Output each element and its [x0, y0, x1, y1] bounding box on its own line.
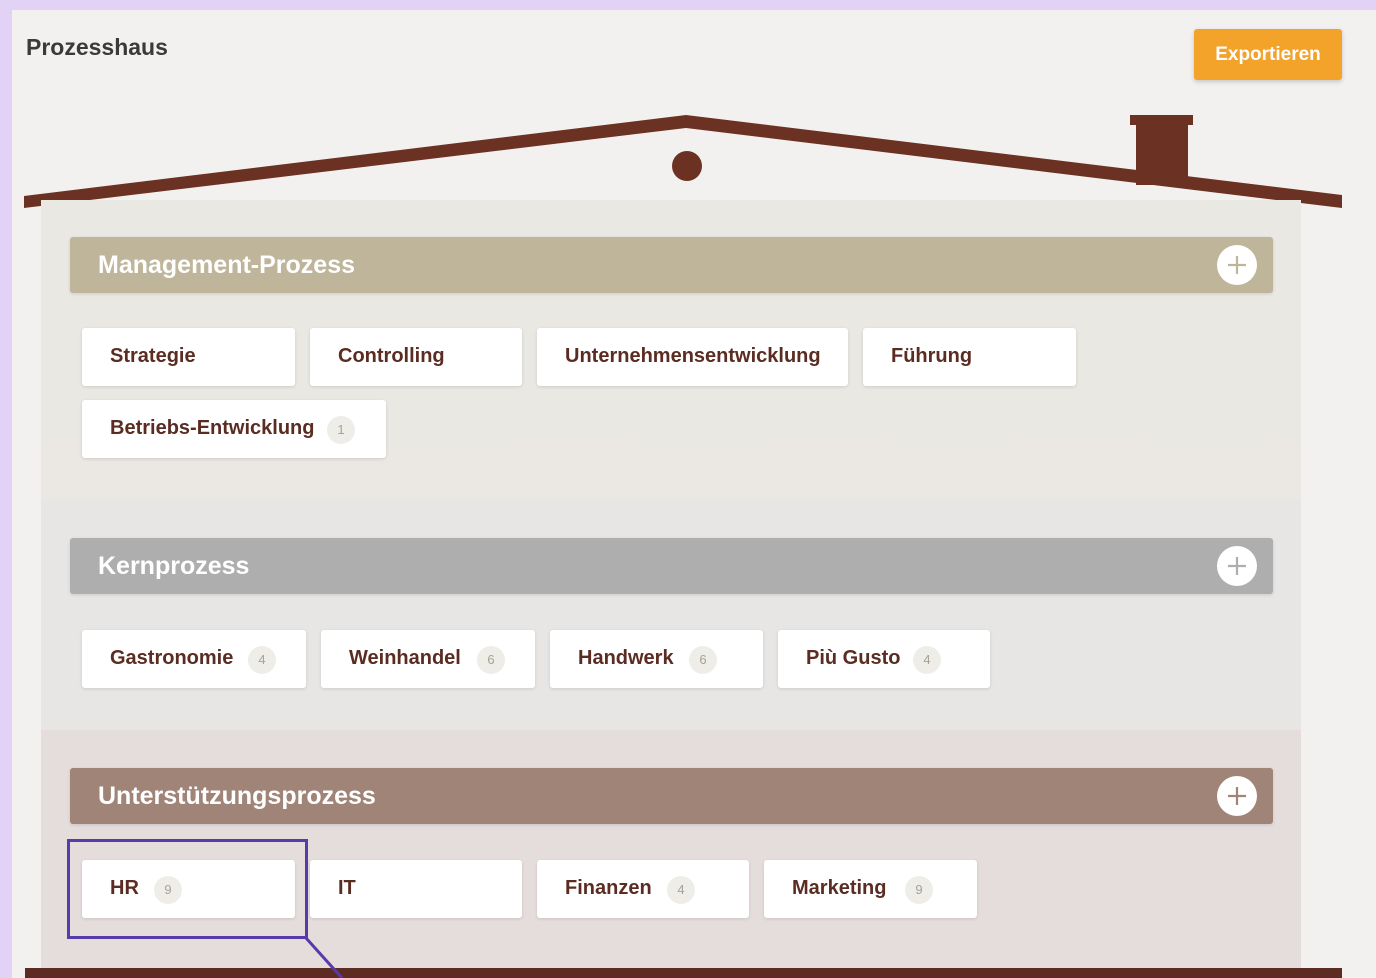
chip-label: Marketing	[792, 877, 887, 899]
chip-label: IT	[338, 877, 356, 899]
process-chip-it[interactable]: IT	[310, 860, 522, 918]
kern-process-header: Kernprozess	[70, 538, 1273, 594]
chip-label: Weinhandel	[349, 647, 461, 669]
item-count-badge: 6	[689, 646, 717, 674]
add-management-process-button[interactable]	[1217, 245, 1257, 285]
process-chip-finanzen[interactable]: Finanzen 4	[537, 860, 749, 918]
chip-label: HR	[110, 877, 139, 899]
chip-label: Gastronomie	[110, 647, 234, 669]
process-chip-controlling[interactable]: Controlling	[310, 328, 522, 386]
management-process-header: Management-Prozess	[70, 237, 1273, 293]
item-count-badge: 9	[905, 876, 933, 904]
process-chip-marketing[interactable]: Marketing 9	[764, 860, 977, 918]
process-chip-fuehrung[interactable]: Führung	[863, 328, 1076, 386]
chip-label: Più Gusto	[806, 647, 901, 669]
item-count-badge: 4	[248, 646, 276, 674]
plus-icon	[1228, 787, 1246, 805]
house-body: Management-Prozess Strategie Controlling…	[41, 200, 1301, 968]
item-count-badge: 4	[913, 646, 941, 674]
export-button[interactable]: Exportieren	[1194, 29, 1342, 80]
process-chip-piu-gusto[interactable]: Più Gusto 4	[778, 630, 990, 688]
plus-icon	[1228, 557, 1246, 575]
house-floor	[25, 968, 1342, 978]
process-chip-weinhandel[interactable]: Weinhandel 6	[321, 630, 535, 688]
support-zone	[41, 730, 1301, 968]
process-chip-strategie[interactable]: Strategie	[82, 328, 295, 386]
chip-label: Finanzen	[565, 877, 652, 899]
add-kern-process-button[interactable]	[1217, 546, 1257, 586]
kern-zone	[41, 500, 1301, 730]
item-count-badge: 4	[667, 876, 695, 904]
item-count-badge: 6	[477, 646, 505, 674]
section-title: Unterstützungsprozess	[98, 782, 376, 810]
chip-label: Führung	[891, 345, 973, 367]
section-title: Kernprozess	[98, 552, 250, 580]
chip-label: Betriebs-Entwicklung	[110, 417, 315, 439]
chip-label: Unternehmensentwicklung	[565, 345, 821, 367]
item-count-badge: 1	[327, 416, 355, 444]
section-title: Management-Prozess	[98, 251, 356, 279]
support-process-header: Unterstützungsprozess	[70, 768, 1273, 824]
item-count-badge: 9	[154, 876, 182, 904]
chip-label: Handwerk	[578, 647, 674, 669]
process-chip-hr[interactable]: HR 9	[82, 860, 295, 918]
plus-icon	[1228, 256, 1246, 274]
add-support-process-button[interactable]	[1217, 776, 1257, 816]
chip-label: Controlling	[338, 345, 445, 367]
process-chip-unternehmensentwicklung[interactable]: Unternehmensentwicklung	[537, 328, 848, 386]
process-chip-betriebs-entwicklung[interactable]: Betriebs-Entwicklung 1	[82, 400, 386, 458]
chip-label: Strategie	[110, 345, 196, 367]
process-chip-handwerk[interactable]: Handwerk 6	[550, 630, 763, 688]
process-chip-gastronomie[interactable]: Gastronomie 4	[82, 630, 306, 688]
page-title: Prozesshaus	[26, 34, 168, 60]
